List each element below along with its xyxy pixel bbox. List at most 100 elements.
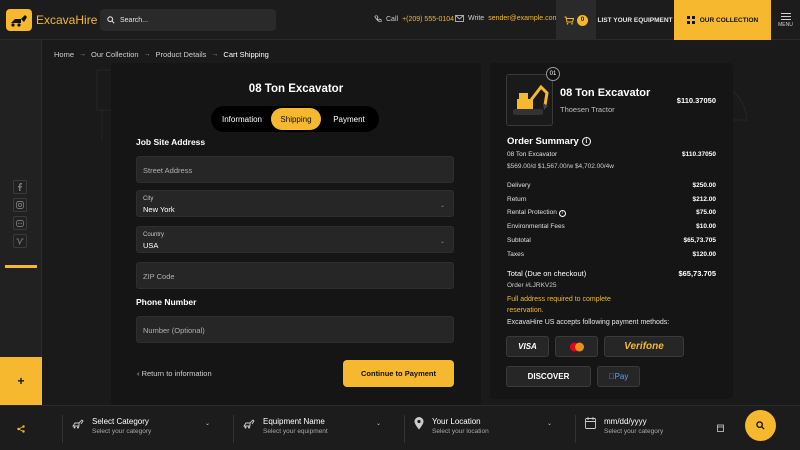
- city-label: City: [143, 196, 154, 202]
- phone-label: Call: [386, 15, 399, 23]
- row-label: Environmental Fees: [507, 223, 565, 230]
- line-item-rates: $569.00/d $1,567.00/w $4,702.00/4w: [507, 163, 614, 170]
- line-item-row: 08 Ton Excavator $110.37050: [507, 151, 716, 158]
- order-summary-title-text: Order Summary: [507, 136, 579, 147]
- summary-row-environmental-fees: Environmental Fees $10.00: [507, 223, 716, 230]
- country-select[interactable]: Country USA ⌄: [136, 226, 454, 253]
- breadcrumb-collection[interactable]: Our Collection: [91, 50, 139, 59]
- search-box[interactable]: Search...: [100, 9, 276, 31]
- item-number-badge: 01: [546, 67, 560, 81]
- bottom-search-bar: Select Category Select your category ⌄ Eq…: [0, 405, 800, 450]
- breadcrumb-product-details[interactable]: Product Details: [156, 50, 207, 59]
- row-label: Delivery: [507, 182, 531, 189]
- instagram-icon[interactable]: [13, 198, 27, 212]
- row-label: Taxes: [507, 251, 524, 258]
- row-label: Subtotal: [507, 237, 531, 244]
- row-label-wrap: Rental Protection i: [507, 209, 566, 217]
- row-value: $65,73.705: [683, 237, 716, 244]
- checkout-tabs: Information Shipping Payment: [211, 106, 379, 132]
- date-title: mm/dd/yyyy: [604, 417, 647, 426]
- arrow-right-icon: →: [211, 51, 219, 58]
- row-value: $75.00: [696, 209, 716, 216]
- email-address: sender@example.com: [488, 15, 559, 22]
- date-field[interactable]: mm/dd/yyyy Select your category: [585, 417, 663, 435]
- plus-icon: +: [17, 374, 25, 388]
- phone-icon: [374, 15, 382, 22]
- our-collection-button[interactable]: OUR COLLECTION: [674, 0, 771, 40]
- row-value: $250.00: [692, 182, 717, 189]
- logo-text-suffix: Hire: [75, 13, 98, 27]
- breadcrumb-home[interactable]: Home: [54, 50, 74, 59]
- info-icon[interactable]: i: [558, 209, 566, 217]
- total-row: Total (Due on checkout) $65,73.705: [507, 269, 716, 278]
- cart-button[interactable]: 0: [556, 0, 596, 40]
- facebook-icon[interactable]: [13, 180, 27, 194]
- search-icon: [107, 16, 115, 24]
- hamburger-line: [780, 15, 791, 17]
- chevron-down-icon: ⌄: [439, 239, 445, 245]
- shipping-form-panel: 08 Ton Excavator Information Shipping Pa…: [111, 63, 481, 405]
- total-value: $65,73.705: [678, 269, 716, 278]
- summary-row-taxes: Taxes $120.00: [507, 251, 716, 258]
- equipment-icon: [243, 419, 255, 429]
- breadcrumb: Home → Our Collection → Product Details …: [54, 50, 269, 59]
- address-warning: Full address required to complete reserv…: [507, 296, 611, 314]
- search-button[interactable]: [745, 410, 776, 441]
- select-category-field[interactable]: Select Category Select your category: [72, 417, 151, 435]
- return-link-label: Return to information: [141, 369, 212, 378]
- select-category-sub: Select your category: [92, 428, 152, 435]
- row-value: $10.00: [696, 223, 716, 230]
- city-select[interactable]: City New York ⌄: [136, 190, 454, 217]
- email-contact[interactable]: Write sender@example.com: [455, 15, 558, 22]
- mastercard-payment: [555, 336, 598, 357]
- row-value: $120.00: [692, 251, 717, 258]
- row-label: Return: [507, 196, 527, 203]
- tab-information[interactable]: Information: [213, 108, 271, 130]
- menu-label: MENU: [778, 21, 793, 28]
- calendar-icon: [585, 417, 596, 429]
- search-placeholder: Search...: [120, 16, 149, 24]
- location-pin-icon: [414, 417, 424, 430]
- our-collection-label: OUR COLLECTION: [699, 16, 759, 24]
- product-thumbnail[interactable]: [506, 74, 553, 126]
- phone-number-heading: Phone Number: [136, 297, 197, 307]
- equipment-name-field[interactable]: Equipment Name Select your equipment: [243, 417, 328, 435]
- divider: [62, 415, 63, 443]
- arrow-right-icon: →: [79, 51, 87, 58]
- breadcrumb-current: Cart Shipping: [223, 50, 269, 59]
- phone-number-field[interactable]: Number (Optional): [136, 316, 454, 343]
- return-to-information-link[interactable]: ‹ Return to information: [137, 369, 212, 378]
- logo[interactable]: ExcavaHire: [6, 9, 97, 31]
- street-address-field[interactable]: Street Address: [136, 156, 454, 183]
- vimeo-icon[interactable]: [13, 234, 27, 248]
- phone-number: +(209) 555-0104: [402, 15, 455, 23]
- menu-button[interactable]: MENU: [771, 0, 800, 40]
- share-icon[interactable]: [0, 406, 42, 450]
- phone-contact[interactable]: Call +(209) 555-0104: [374, 15, 454, 23]
- product-name: 08 Ton Excavator: [560, 87, 651, 99]
- order-summary-panel: 01 08 Ton Excavator Thoesen Tractor $110…: [490, 63, 733, 399]
- phone-number-placeholder: Number (Optional): [143, 326, 205, 335]
- hamburger-line: [780, 18, 791, 20]
- your-location-field[interactable]: Your Location Select your location: [414, 417, 489, 435]
- arrow-right-icon: →: [143, 51, 151, 58]
- tab-shipping[interactable]: Shipping: [271, 108, 321, 130]
- add-button[interactable]: +: [0, 357, 42, 405]
- cart-icon: [564, 16, 574, 25]
- search-icon: [756, 421, 765, 430]
- summary-row-subtotal: Subtotal $65,73.705: [507, 237, 716, 244]
- tab-payment[interactable]: Payment: [321, 108, 377, 130]
- chevron-down-icon: ⌄: [205, 421, 211, 427]
- row-label: Rental Protection: [507, 209, 557, 216]
- discord-icon[interactable]: [13, 216, 27, 230]
- info-icon[interactable]: i: [581, 137, 591, 146]
- chevron-down-icon: ⌄: [547, 421, 553, 427]
- continue-to-payment-button[interactable]: Continue to Payment: [343, 360, 454, 387]
- payment-methods-text: ExcavaHire US accepts following payment …: [507, 319, 670, 326]
- mail-icon: [455, 15, 464, 22]
- list-equipment-button[interactable]: LIST YOUR EQUIPMENT: [596, 0, 674, 40]
- rail-indicator: [5, 265, 37, 268]
- zip-code-field[interactable]: ZIP Code: [136, 262, 454, 289]
- calendar-picker-icon[interactable]: [717, 419, 724, 437]
- line-item-price: $110.37050: [682, 151, 716, 158]
